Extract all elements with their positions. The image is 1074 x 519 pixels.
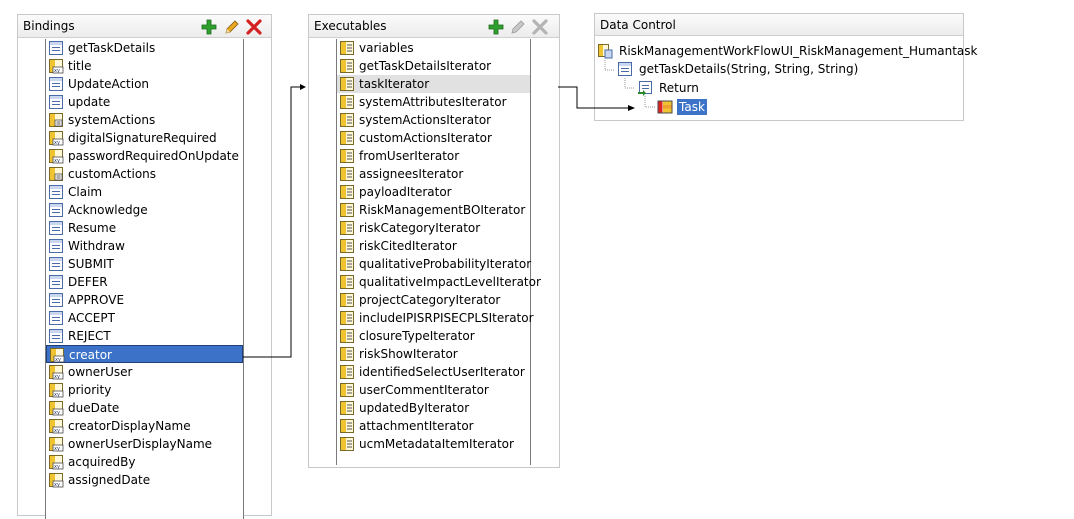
connector-wires (243, 84, 635, 358)
